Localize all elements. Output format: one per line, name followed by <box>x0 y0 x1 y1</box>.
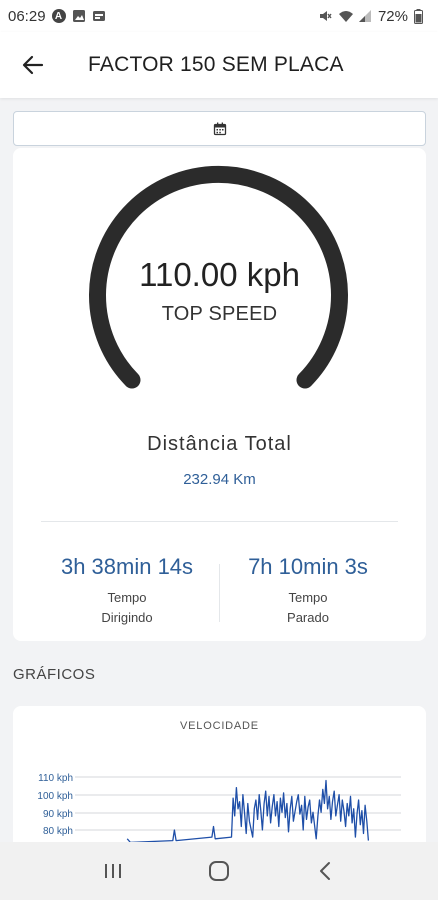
back-button[interactable] <box>0 32 66 98</box>
speed-series-line <box>126 779 370 844</box>
chevron-left-icon <box>320 862 330 880</box>
date-picker-field[interactable] <box>13 111 426 146</box>
battery-percent: 72% <box>377 7 408 25</box>
arrow-left-icon <box>22 55 44 75</box>
driving-label-line-2: Dirigindo <box>101 610 153 625</box>
y-tick-label: 110 kph <box>38 773 73 784</box>
y-tick-label: 90 kph <box>43 809 73 820</box>
top-speed-label: TOP SPEED <box>161 303 278 325</box>
total-distance-value: 232.94 Km <box>183 471 256 488</box>
mute-icon <box>318 9 332 23</box>
status-left: 06:29 A <box>8 8 106 25</box>
system-back-button[interactable] <box>295 846 355 896</box>
y-tick-label: 80 kph <box>43 826 73 837</box>
status-time: 06:29 <box>8 7 46 25</box>
image-notification-icon <box>72 9 86 23</box>
system-navigation-bar <box>0 842 438 900</box>
status-bar: 06:29 A 72% <box>0 0 438 32</box>
summary-card: 110.00 kph TOP SPEED Distância Total 232… <box>13 148 426 641</box>
stopped-time-label: Tempo Parado <box>218 588 398 628</box>
stopped-time-value: 7h 10min 3s <box>248 554 368 579</box>
driving-time-value: 3h 38min 14s <box>60 554 194 579</box>
divider <box>41 521 398 522</box>
page-title: FACTOR 150 SEM PLACA <box>88 53 344 76</box>
driving-time-stat: 3h 38min 14s Tempo Dirigindo <box>37 554 217 628</box>
wifi-icon <box>338 9 353 23</box>
battery-icon <box>414 9 428 24</box>
media-notification-icon <box>92 9 106 23</box>
top-speed-value: 110.00 kph <box>139 256 300 293</box>
stopped-label-line-1: Tempo <box>288 590 328 605</box>
recent-apps-button[interactable] <box>83 846 143 896</box>
app-notification-icon: A <box>51 9 66 23</box>
driving-time-label: Tempo Dirigindo <box>37 588 217 628</box>
stopped-label-line-2: Parado <box>287 610 329 625</box>
calendar-icon <box>213 122 226 135</box>
app-bar: FACTOR 150 SEM PLACA <box>0 32 438 98</box>
y-tick-label: 100 kph <box>37 791 73 802</box>
home-button[interactable] <box>189 846 249 896</box>
charts-section-title: GRÁFICOS <box>13 666 96 683</box>
home-icon <box>209 861 229 881</box>
signal-icon <box>358 9 372 23</box>
recent-apps-icon <box>105 864 121 878</box>
driving-label-line-1: Tempo <box>107 590 147 605</box>
status-right: 72% <box>318 8 428 25</box>
stopped-time-stat: 7h 10min 3s Tempo Parado <box>218 554 398 628</box>
total-distance-label: Distância Total <box>147 433 292 455</box>
